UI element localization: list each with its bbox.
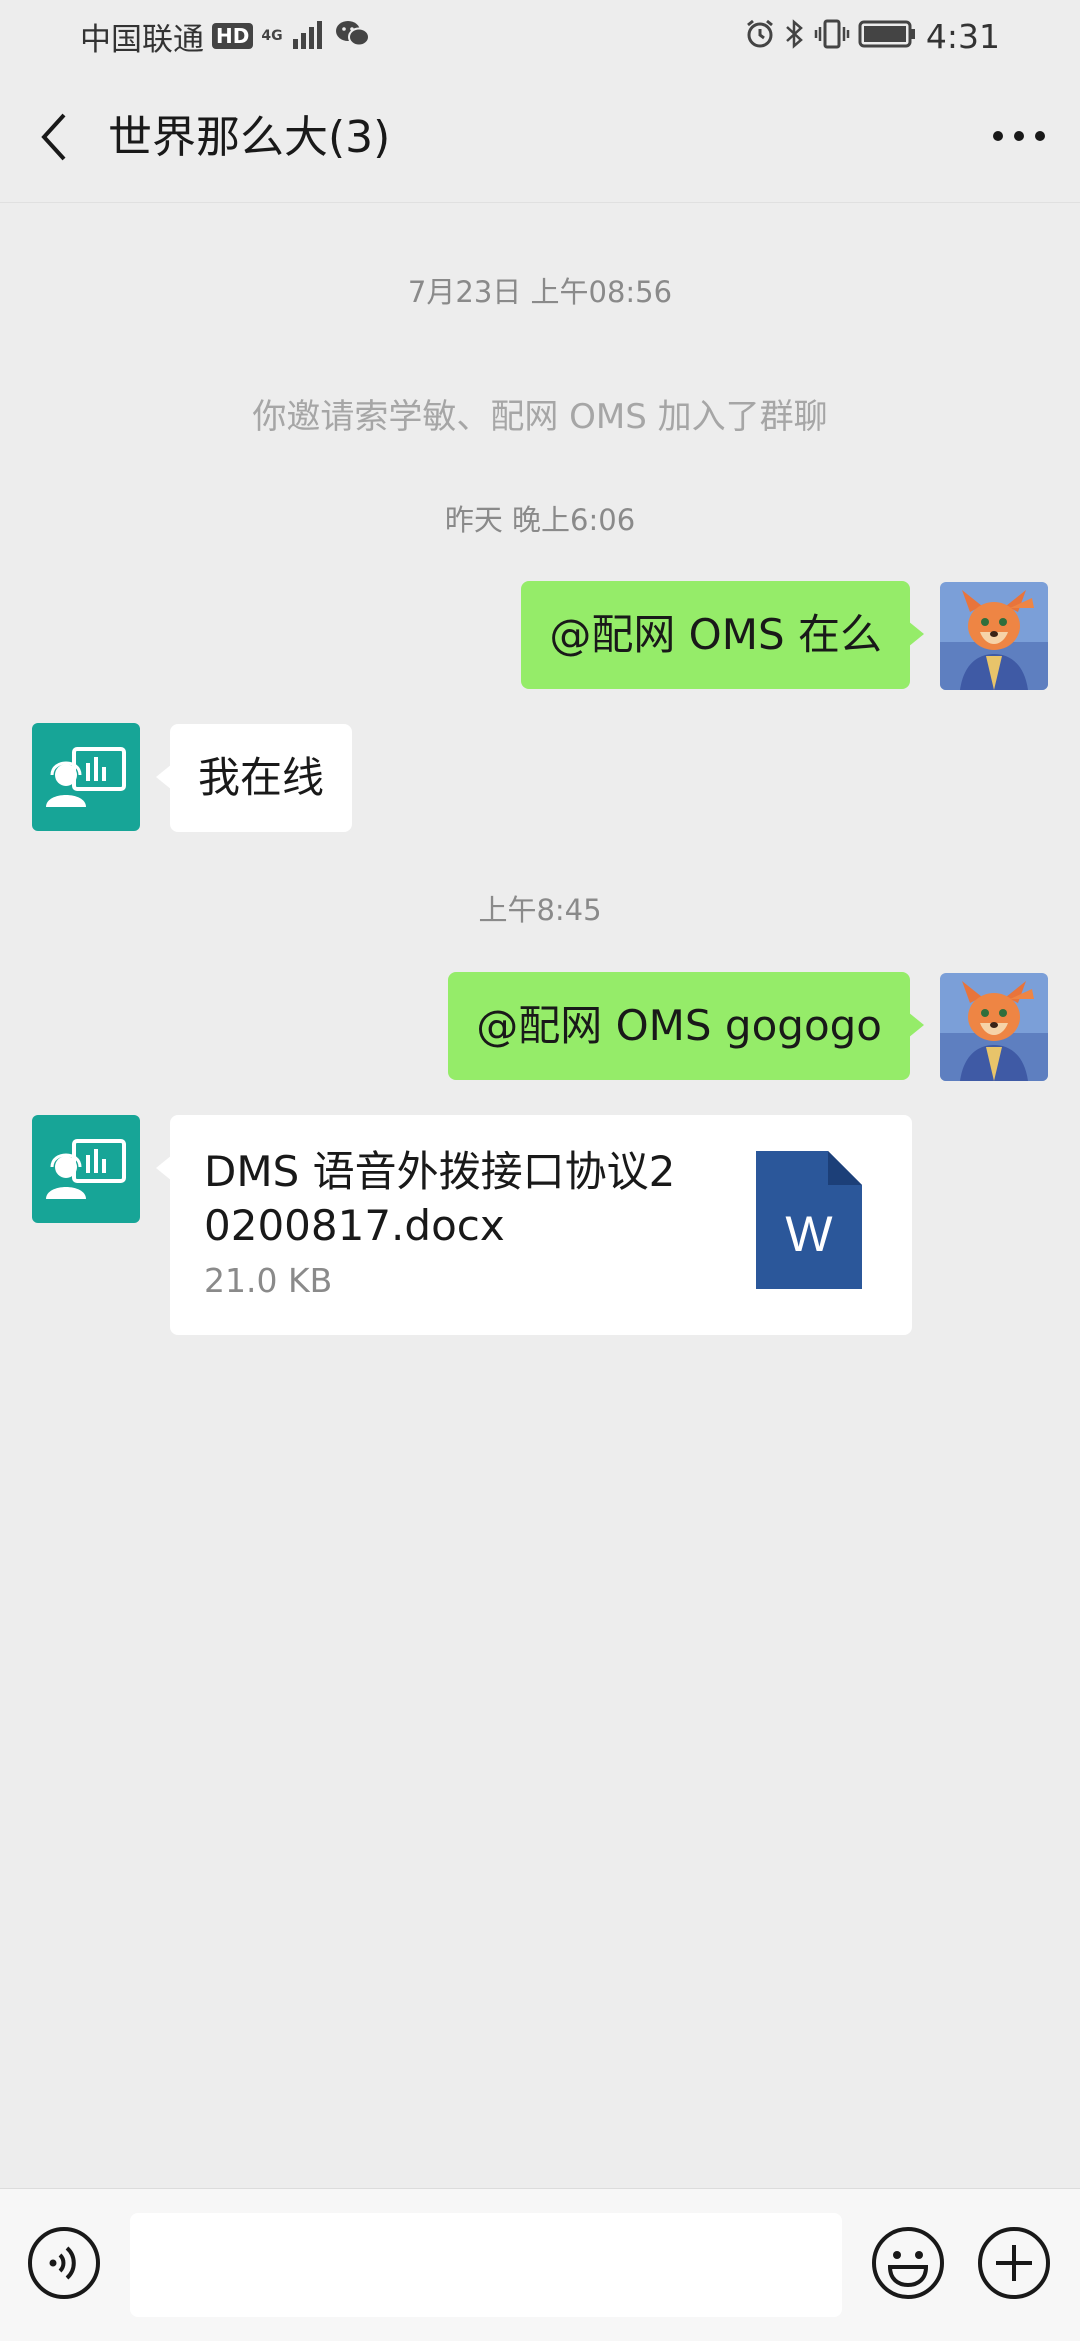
voice-icon xyxy=(28,2227,100,2299)
my-message-bubble[interactable]: @配网 OMS gogogo xyxy=(448,972,924,1080)
more-options-button[interactable] xyxy=(984,106,1054,166)
oms-bot-avatar[interactable] xyxy=(32,723,140,831)
chat-header: 世界那么大(3) xyxy=(0,72,1080,203)
bluetooth-icon xyxy=(784,18,806,54)
their-message-bubble[interactable]: 我在线 xyxy=(155,724,353,832)
hd-badge: HD xyxy=(212,23,254,49)
status-time: 4:31 xyxy=(925,16,1000,56)
word-document-icon: W xyxy=(756,1151,862,1289)
timestamp: 上午8:45 xyxy=(478,893,602,927)
chevron-left-icon xyxy=(41,113,66,161)
alarm-icon xyxy=(744,18,776,54)
more-functions-button[interactable] xyxy=(976,2225,1052,2301)
timestamp: 昨天 晚上6:06 xyxy=(444,503,636,537)
status-bar-right: 4:31 xyxy=(736,14,1000,58)
timestamp: 7月23日 上午08:56 xyxy=(407,275,673,309)
system-notice: 你邀请索学敏、配网 OMS 加入了群聊 xyxy=(252,397,828,437)
my-avatar[interactable] xyxy=(940,582,1048,690)
emoji-button[interactable] xyxy=(870,2225,946,2301)
plus-icon xyxy=(978,2227,1050,2299)
word-icon-letter: W xyxy=(785,1206,833,1262)
my-message-bubble[interactable]: @配网 OMS 在么 xyxy=(521,581,924,689)
network-type: 4G xyxy=(261,28,283,44)
wechat-notification-icon xyxy=(335,19,371,53)
emoji-icon xyxy=(872,2227,944,2299)
file-message-card[interactable]: DMS 语音外拨接口协议20200817.docx 21.0 KB W xyxy=(156,1115,912,1335)
oms-bot-avatar[interactable] xyxy=(32,1115,140,1223)
chat-title: 世界那么大(3) xyxy=(108,112,391,163)
carrier-name: 中国联通 xyxy=(80,21,204,58)
voice-button[interactable] xyxy=(26,2225,102,2301)
more-icon xyxy=(993,131,1045,141)
status-bar: 中国联通 HD 4G 4:31 xyxy=(0,0,1080,72)
back-button[interactable] xyxy=(24,102,84,172)
signal-icon xyxy=(291,19,327,53)
vibrate-icon xyxy=(814,18,850,54)
file-name: DMS 语音外拨接口协议20200817.docx xyxy=(204,1147,676,1250)
battery-icon xyxy=(858,19,916,53)
file-size: 21.0 KB xyxy=(204,1261,333,1300)
my-avatar[interactable] xyxy=(940,973,1048,1081)
status-bar-left: 中国联通 HD 4G xyxy=(80,14,371,58)
message-input[interactable] xyxy=(130,2213,842,2317)
input-bar xyxy=(0,2188,1080,2341)
